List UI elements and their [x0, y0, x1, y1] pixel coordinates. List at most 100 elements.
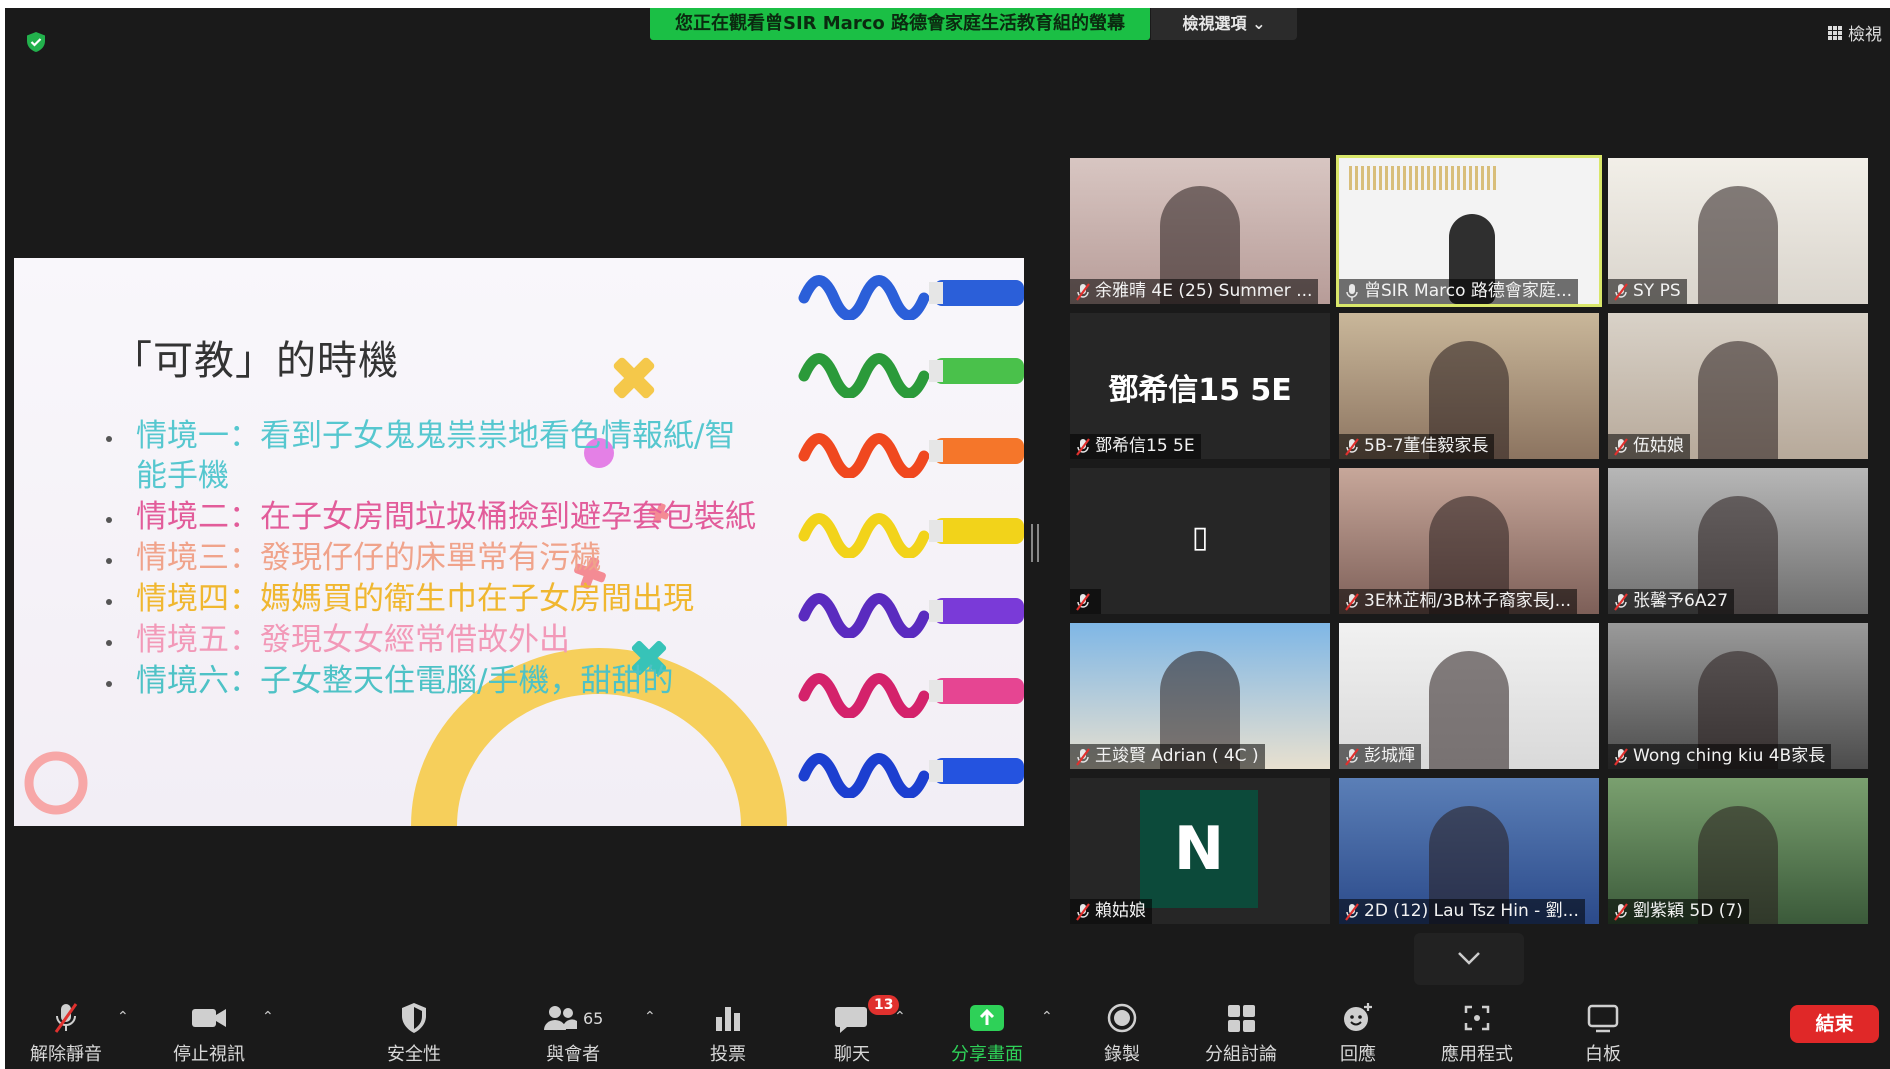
reactions-button[interactable]: 回應	[1340, 999, 1376, 1066]
participant-tile[interactable]: 鄧希信15 5E 鄧希信15 5E	[1070, 313, 1330, 459]
participant-tile[interactable]: 张馨予6A27	[1608, 468, 1868, 614]
slide-bullet-list: 情境一：看到子女鬼鬼祟祟地看色情報紙/智能手機 情境二：在子女房間垃圾桶撿到避孕…	[106, 416, 766, 702]
shield-icon	[402, 1003, 426, 1033]
participant-name-bar: 伍姑娘	[1608, 434, 1690, 459]
record-icon	[1107, 1003, 1137, 1033]
participant-name: 鄧希信15 5E	[1095, 436, 1195, 456]
participant-tile[interactable]: 伍姑娘	[1608, 313, 1868, 459]
audio-options-caret[interactable]: ⌃	[117, 1009, 129, 1025]
breakout-rooms-button[interactable]: 分組討論	[1205, 999, 1277, 1066]
participant-name: 余雅晴 4E (25) Summer ...	[1095, 281, 1313, 301]
polls-label: 投票	[710, 1044, 746, 1065]
slide-bullet: 情境四：媽媽買的衛生巾在子女房間出現	[106, 579, 766, 619]
participant-name-bar: 鄧希信15 5E	[1070, 434, 1201, 459]
grid-icon	[1828, 25, 1842, 40]
participant-tile[interactable]: 曾SIR Marco 路德會家庭...	[1336, 155, 1602, 307]
gallery-next-page-button[interactable]	[1414, 933, 1524, 985]
view-button-label: 檢視	[1848, 25, 1882, 45]
participant-tile[interactable]: Wong ching kiu 4B家長	[1608, 623, 1868, 769]
participant-tile[interactable]: N 賴姑娘	[1070, 778, 1330, 924]
participant-name-bar	[1070, 589, 1101, 614]
microphone-muted-icon	[1076, 437, 1090, 456]
participant-tile[interactable]: SY PS	[1608, 158, 1868, 304]
microphone-muted-icon	[1076, 902, 1090, 921]
viewing-screen-banner: 您正在觀看曾SIR Marco 路德會家庭生活教育組的螢幕	[650, 8, 1150, 40]
chat-button[interactable]: 13 聊天	[834, 995, 900, 1066]
apps-label: 應用程式	[1441, 1044, 1513, 1065]
participant-name: Wong ching kiu 4B家長	[1633, 746, 1826, 766]
video-camera-icon	[192, 1009, 226, 1027]
participant-tile[interactable]: 余雅晴 4E (25) Summer ...	[1070, 158, 1330, 304]
zoom-meeting-window: 您正在觀看曾SIR Marco 路德會家庭生活教育組的螢幕 檢視選項 ⌄ 檢視 …	[5, 8, 1890, 1069]
participant-tile[interactable]: 劉紫穎 5D (7)	[1608, 778, 1868, 924]
share-options-caret[interactable]: ⌃	[1041, 1009, 1053, 1025]
participant-video-silhouette	[1429, 651, 1509, 769]
microphone-muted-icon	[1614, 282, 1628, 301]
participants-icon	[544, 1006, 577, 1030]
share-screen-button[interactable]: 分享畫面	[951, 999, 1023, 1066]
stop-video-button[interactable]: 停止視訊	[173, 999, 245, 1066]
participant-display-name: ▯	[1191, 520, 1209, 555]
participant-tile[interactable]: 王竣賢 Adrian ( 4C )	[1070, 623, 1330, 769]
view-button[interactable]: 檢視	[1828, 20, 1882, 45]
microphone-muted-icon	[1345, 592, 1359, 611]
participant-name-bar: 劉紫穎 5D (7)	[1608, 899, 1749, 924]
microphone-muted-icon	[1614, 902, 1628, 921]
end-meeting-button[interactable]: 結束	[1790, 1005, 1879, 1043]
microphone-muted-icon	[1076, 592, 1090, 611]
participant-name: 张馨予6A27	[1633, 591, 1729, 611]
participant-name-bar: 賴姑娘	[1070, 899, 1152, 924]
apps-button[interactable]: 應用程式	[1441, 999, 1513, 1066]
slide-bullet: 情境三：發現仔仔的床單常有污穢	[106, 538, 766, 578]
participants-button[interactable]: 65 與會者	[543, 999, 603, 1066]
participant-display-name: 鄧希信15 5E	[1108, 373, 1292, 408]
participant-tile[interactable]: ▯	[1070, 468, 1330, 614]
unmute-button[interactable]: 解除靜音	[30, 999, 102, 1066]
avatar: N	[1140, 790, 1258, 908]
chat-label: 聊天	[834, 1044, 870, 1065]
slide-title: 「可教」的時機	[112, 338, 399, 384]
participant-name-bar: 张馨予6A27	[1608, 589, 1735, 614]
breakout-rooms-icon	[1228, 1005, 1255, 1032]
video-options-caret[interactable]: ⌃	[262, 1009, 274, 1025]
microphone-muted-icon	[1076, 282, 1090, 301]
participant-name: 劉紫穎 5D (7)	[1633, 901, 1743, 921]
participant-count: 65	[583, 1008, 604, 1028]
microphone-muted-icon	[54, 1003, 78, 1033]
paint-squiggle-orange	[798, 433, 1024, 478]
participant-name: 王竣賢 Adrian ( 4C )	[1095, 746, 1259, 766]
participant-tile[interactable]: 3E林芷桐/3B林子裔家長J...	[1339, 468, 1599, 614]
participant-tile[interactable]: 2D (12) Lau Tsz Hin - 劉...	[1339, 778, 1599, 924]
speaker-pin-icon	[1346, 283, 1358, 301]
participant-name-bar: 2D (12) Lau Tsz Hin - 劉...	[1339, 899, 1585, 924]
participant-tile[interactable]: 彭城輝	[1339, 623, 1599, 769]
paint-squiggle-purple	[798, 593, 1024, 638]
participant-name-bar: SY PS	[1608, 279, 1687, 304]
emoji-plus-icon	[1344, 1003, 1372, 1031]
participant-name-bar: 3E林芷桐/3B林子裔家長J...	[1339, 589, 1577, 614]
chevron-down-icon	[1458, 952, 1480, 965]
slide-bullet: 情境二：在子女房間垃圾桶撿到避孕套包裝紙	[106, 497, 766, 537]
breakout-rooms-label: 分組討論	[1205, 1044, 1277, 1065]
microphone-muted-icon	[1345, 437, 1359, 456]
polls-button[interactable]: 投票	[710, 999, 746, 1066]
slide-bullet: 情境六：子女整天住電腦/手機，甜甜的	[106, 661, 766, 701]
security-button[interactable]: 安全性	[387, 999, 441, 1066]
meeting-toolbar: 解除靜音 ⌃ 停止視訊 ⌃ 安全性 65 與會者 ⌃ 投票 13 聊天 ⌃ 分享…	[5, 995, 1890, 1069]
apps-icon	[1464, 1005, 1490, 1031]
participant-tile[interactable]: 5B-7董佳毅家長	[1339, 313, 1599, 459]
share-screen-arrow-icon	[970, 1005, 1004, 1031]
participant-name: 曾SIR Marco 路德會家庭...	[1364, 281, 1573, 301]
chat-options-caret[interactable]: ⌃	[894, 1009, 906, 1025]
participants-options-caret[interactable]: ⌃	[644, 1009, 656, 1025]
view-options-button[interactable]: 檢視選項 ⌄	[1151, 8, 1297, 40]
microphone-muted-icon	[1614, 437, 1628, 456]
security-shield-icon[interactable]	[24, 30, 48, 54]
paint-squiggle-yellow	[798, 513, 1024, 558]
whiteboard-button[interactable]: 白板	[1585, 999, 1621, 1066]
participant-name-bar: Wong ching kiu 4B家長	[1608, 744, 1832, 769]
split-view-resize-handle[interactable]	[1031, 524, 1039, 562]
chat-bubble-icon	[835, 1007, 867, 1033]
participant-name-bar: 王竣賢 Adrian ( 4C )	[1070, 744, 1265, 769]
record-button[interactable]: 錄製	[1104, 999, 1140, 1066]
